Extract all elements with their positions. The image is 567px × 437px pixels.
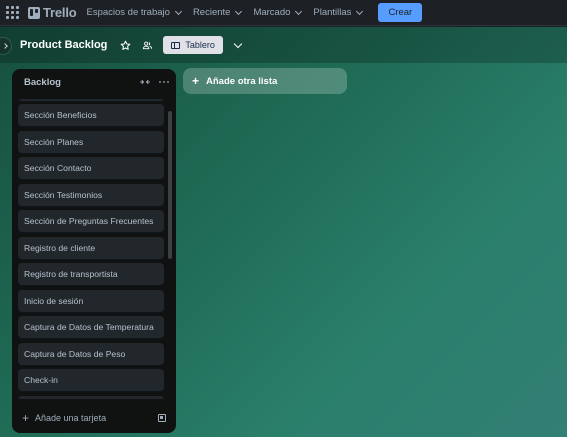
chevron-down-icon [356,7,364,15]
chevron-right-icon [1,43,8,49]
board-header: Product Backlog Tablero [0,27,567,63]
workspace-visibility-icon[interactable] [139,37,155,53]
list-header: Backlog [12,69,176,95]
chevron-down-icon[interactable] [233,39,243,48]
star-icon[interactable] [117,37,133,53]
nav-label: Espacios de trabajo [86,7,170,18]
top-navigation: Trello Espacios de trabajo Reciente Marc… [0,0,567,26]
card-title: Sección Testimonios [24,189,103,200]
list-item-partial[interactable] [18,395,164,399]
list-item[interactable]: Check-in [18,369,164,391]
board-view-label: Tablero [185,40,215,50]
card-title: Captura de Datos de Temperatura [24,322,154,332]
board-title[interactable]: Product Backlog [20,39,107,51]
chevron-down-icon [235,7,243,15]
card-title: Registro de cliente [24,242,96,253]
create-button[interactable]: Crear [378,3,423,22]
apps-grid-icon[interactable] [4,5,20,21]
chevron-down-icon [174,7,182,15]
card-title: Sección Planes [24,136,84,147]
add-card-button[interactable]: + Añade una tarjeta [22,412,158,424]
list-item[interactable]: Registro de cliente [18,236,164,259]
list-item[interactable]: Sección Beneficios [18,104,164,126]
nav-espacios-de-trabajo[interactable]: Espacios de trabajo [80,3,186,23]
board-icon [171,41,181,49]
card-title: Sección de Preguntas Frecuentes [24,216,154,226]
list-item[interactable]: Sección Testimonios [18,183,164,206]
plus-icon: + [192,74,200,88]
more-icon[interactable] [157,75,171,89]
chevron-down-icon [295,7,303,15]
list-item-partial[interactable] [18,99,164,101]
collapse-list-icon[interactable] [138,75,152,89]
list-item[interactable]: Sección Planes [18,130,164,153]
card-title: Registro de transportista [24,269,118,279]
list-footer: + Añade una tarjeta [12,407,176,429]
list-backlog: Backlog Sección Beneficios Sección Plane… [12,69,176,433]
card-title: Inicio de sesión [24,295,84,306]
trello-logo[interactable]: Trello [24,3,80,23]
nav-label: Plantillas [313,7,352,18]
board-view-button[interactable]: Tablero [163,36,223,54]
list-item[interactable]: Sección de Preguntas Frecuentes [18,210,164,232]
card-title: Sección Contacto [24,163,92,173]
plus-icon: + [22,411,30,425]
logo-text: Trello [43,5,77,20]
nav-reciente[interactable]: Reciente [187,3,248,23]
card-title: Sección Beneficios [24,110,97,120]
add-list-label: Añade otra lista [206,75,278,87]
list-item[interactable]: Inicio de sesión [18,289,164,312]
add-card-label: Añade una tarjeta [35,413,107,423]
list-item[interactable]: Sección Contacto [18,157,164,179]
card-template-icon[interactable] [158,414,166,422]
nav-plantillas[interactable]: Plantillas [307,3,368,23]
nav-marcado[interactable]: Marcado [247,3,307,23]
list-scrollbar[interactable] [168,111,172,259]
card-list[interactable]: Sección Beneficios Sección Planes Secció… [18,99,170,399]
list-item[interactable]: Captura de Datos de Peso [18,342,164,365]
list-title[interactable]: Backlog [24,77,138,88]
board-canvas: Product Backlog Tablero Backlog Sección … [0,27,567,437]
nav-label: Marcado [253,7,291,18]
list-item[interactable]: Captura de Datos de Temperatura [18,316,164,338]
list-item[interactable]: Registro de transportista [18,263,164,285]
card-title: Captura de Datos de Peso [24,348,126,359]
trello-logo-icon [28,6,40,19]
add-list-button[interactable]: + Añade otra lista [183,68,347,94]
card-title: Check-in [24,375,58,385]
nav-label: Reciente [192,7,231,18]
